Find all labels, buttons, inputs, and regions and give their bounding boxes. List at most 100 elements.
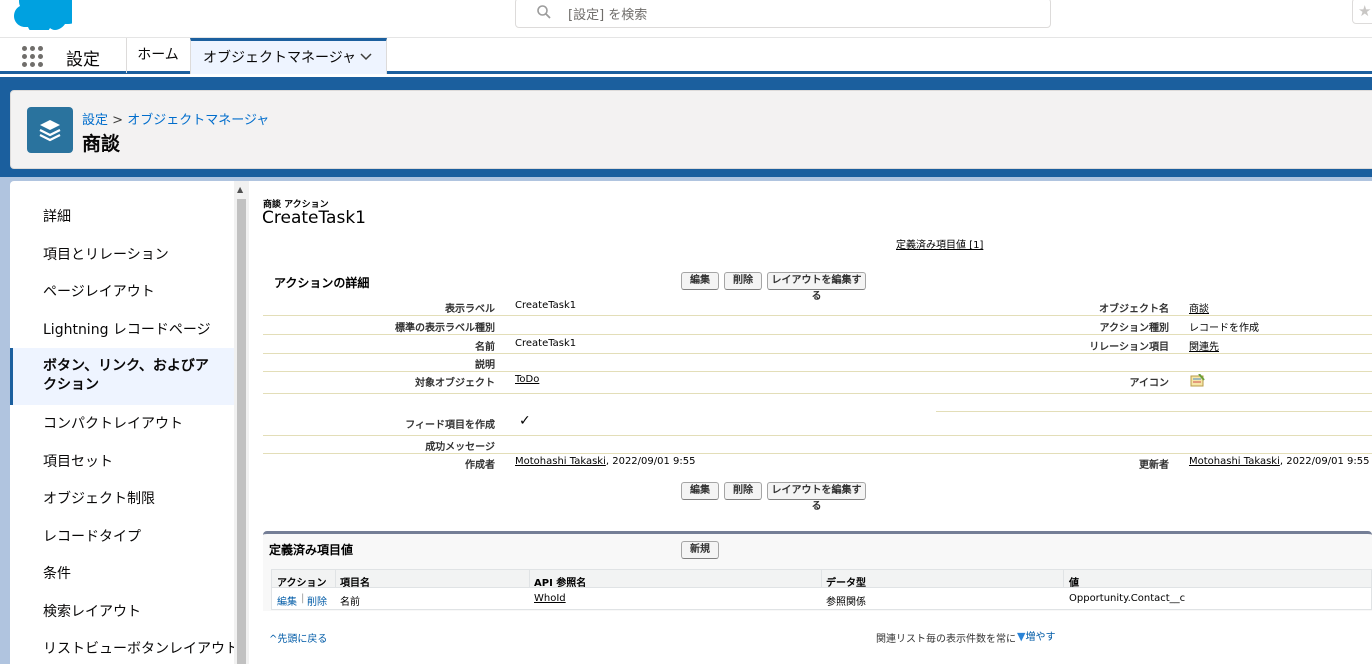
- predefined-values-title: 定義済み項目値: [269, 543, 354, 557]
- edit-layout-button-bottom[interactable]: レイアウトを編集する: [767, 482, 866, 512]
- back-to-top-link[interactable]: ^先頭に戻る: [269, 630, 327, 645]
- edit-button-bottom[interactable]: 編集: [681, 482, 719, 500]
- sidebar-item-search-layouts[interactable]: 検索レイアウト: [10, 603, 234, 622]
- predefined-values-section: 定義済み項目値 新規 アクション 項目名 API 参照名 データ型 値 編集 |…: [263, 531, 1372, 611]
- value-display-label: CreateTask1: [515, 300, 577, 311]
- value-action-type: レコードを作成: [1189, 323, 1259, 334]
- sidebar-scrollbar[interactable]: ▲: [234, 181, 249, 664]
- column-header-field-name: 項目名: [340, 578, 370, 589]
- table-header: アクション 項目名 API 参照名 データ型 値: [271, 569, 1372, 589]
- delete-button[interactable]: 削除: [724, 272, 762, 290]
- created-by-user-link[interactable]: Motohashi Takaski: [515, 456, 606, 467]
- row-divider: [263, 334, 1372, 335]
- new-button[interactable]: 新規: [681, 541, 719, 559]
- app-launcher-icon[interactable]: [22, 46, 44, 68]
- object-stack-icon: [27, 107, 73, 153]
- value-created-by: Motohashi Takaski, 2022/09/01 9:55: [515, 456, 696, 467]
- table-row: 編集 | 削除 名前 WhoId 参照関係 Opportunity.Contac…: [271, 588, 1372, 610]
- row-data-type: 参照関係: [826, 597, 866, 608]
- edit-layout-button[interactable]: レイアウトを編集する: [767, 272, 866, 302]
- search-input[interactable]: [設定] を検索: [568, 4, 647, 23]
- row-field-name: 名前: [340, 597, 360, 608]
- label-icon: アイコン: [1129, 378, 1170, 389]
- global-search[interactable]: [設定] を検索: [515, 0, 1051, 28]
- label-created-by: 作成者: [465, 460, 495, 471]
- sidebar-item-conditions[interactable]: 条件: [10, 565, 234, 584]
- scroll-thumb[interactable]: [237, 199, 246, 664]
- sidebar-item-list-view-button-layout[interactable]: リストビューボタンレイアウト: [10, 640, 234, 659]
- sidebar-item-details[interactable]: 詳細: [10, 208, 234, 227]
- sidebar-item-lightning-record-pages[interactable]: Lightning レコードページ: [10, 321, 234, 340]
- search-icon: [537, 5, 551, 19]
- row-action-separator: |: [301, 593, 305, 604]
- breadcrumb-separator: >: [112, 113, 124, 128]
- breadcrumb-setup-link[interactable]: 設定: [82, 113, 108, 128]
- checkmark-icon: ✓: [519, 413, 531, 429]
- breadcrumb-object-manager-link[interactable]: オブジェクトマネージャ: [127, 113, 269, 128]
- row-divider: [263, 371, 1372, 372]
- column-header-value: 値: [1069, 578, 1079, 589]
- delete-button-bottom[interactable]: 削除: [724, 482, 762, 500]
- favorites-button[interactable]: ★: [1352, 0, 1372, 24]
- label-modified-by: 更新者: [1139, 460, 1169, 471]
- modified-by-date: , 2022/09/01 9:55: [1279, 456, 1370, 467]
- scroll-up-arrow-icon[interactable]: ▲: [237, 185, 243, 194]
- sidebar-item-object-limits[interactable]: オブジェクト制限: [10, 490, 234, 509]
- column-header-api-name: API 参照名: [534, 578, 587, 589]
- value-target-object-link[interactable]: ToDo: [515, 374, 539, 385]
- global-header: [設定] を検索 ★: [0, 0, 1372, 38]
- label-standard-label-type: 標準の表示ラベル種別: [395, 323, 495, 334]
- task-icon: [1190, 374, 1205, 387]
- row-edit-link[interactable]: 編集: [277, 593, 297, 608]
- predefined-values-link[interactable]: 定義済み項目値 [1]: [896, 236, 983, 251]
- sidebar-item-page-layouts[interactable]: ページレイアウト: [10, 283, 234, 302]
- breadcrumb: 設定 > オブジェクトマネージャ: [82, 109, 269, 128]
- value-modified-by: Motohashi Takaski, 2022/09/01 9:55: [1189, 456, 1370, 467]
- value-name: CreateTask1: [515, 338, 577, 349]
- section-title-action-details: アクションの詳細: [274, 276, 370, 290]
- app-name: 設定: [66, 50, 100, 70]
- row-api-name-link[interactable]: WhoId: [534, 593, 566, 604]
- row-divider: [263, 393, 1372, 394]
- label-display-label: 表示ラベル: [445, 304, 495, 315]
- tab-object-manager[interactable]: オブジェクトマネージャ: [190, 38, 387, 74]
- label-relation-field: リレーション項目: [1089, 342, 1169, 353]
- label-object-name: オブジェクト名: [1099, 304, 1169, 315]
- page-header: 設定 > オブジェクトマネージャ 商談: [10, 90, 1372, 169]
- label-name: 名前: [475, 342, 495, 353]
- back-to-top-label: 先頭に戻る: [277, 634, 328, 645]
- show-more-link[interactable]: ▼増やす: [1017, 628, 1055, 643]
- label-create-feed-item: フィード項目を作成: [405, 420, 495, 431]
- label-target-object: 対象オブジェクト: [415, 378, 495, 389]
- column-header-data-type: データ型: [826, 578, 866, 589]
- row-divider: [263, 315, 1372, 316]
- sidebar-item-fields-relationships[interactable]: 項目とリレーション: [10, 246, 234, 265]
- label-success-message: 成功メッセージ: [425, 442, 495, 453]
- row-divider: [263, 353, 1372, 354]
- value-relation-field-link[interactable]: 関連先: [1189, 338, 1219, 353]
- sidebar-item-field-sets[interactable]: 項目セット: [10, 453, 234, 472]
- always-show-label: 関連リスト毎の表示件数を常に: [876, 634, 1016, 645]
- show-more-label: 増やす: [1025, 632, 1056, 643]
- created-by-date: , 2022/09/01 9:55: [605, 456, 696, 467]
- sidebar-item-record-types[interactable]: レコードタイプ: [10, 528, 234, 547]
- salesforce-logo[interactable]: [14, 0, 72, 30]
- modified-by-user-link[interactable]: Motohashi Takaski: [1189, 456, 1280, 467]
- column-header-action: アクション: [277, 578, 327, 589]
- chevron-down-icon[interactable]: [359, 50, 373, 64]
- app-nav-bar: 設定 ホーム オブジェクトマネージャ: [0, 38, 1372, 74]
- action-name-heading: CreateTask1: [262, 208, 366, 228]
- value-object-name-link[interactable]: 商談: [1189, 300, 1209, 315]
- edit-button[interactable]: 編集: [681, 272, 719, 290]
- row-value: Opportunity.Contact__c: [1069, 593, 1186, 604]
- sidebar-item-buttons-links-actions[interactable]: ボタン、リンク、およびアクション: [10, 348, 234, 405]
- column-divider: [1063, 570, 1064, 589]
- sidebar-item-compact-layouts[interactable]: コンパクトレイアウト: [10, 415, 234, 434]
- main-content: 商談 アクション CreateTask1 定義済み項目値 [1] アクションの詳…: [249, 181, 1372, 664]
- column-divider: [529, 570, 530, 589]
- label-description: 説明: [475, 360, 495, 371]
- row-delete-link[interactable]: 削除: [307, 593, 327, 608]
- page-title: 商談: [82, 133, 121, 155]
- row-divider: [936, 411, 1372, 412]
- tab-home[interactable]: ホーム: [126, 38, 190, 73]
